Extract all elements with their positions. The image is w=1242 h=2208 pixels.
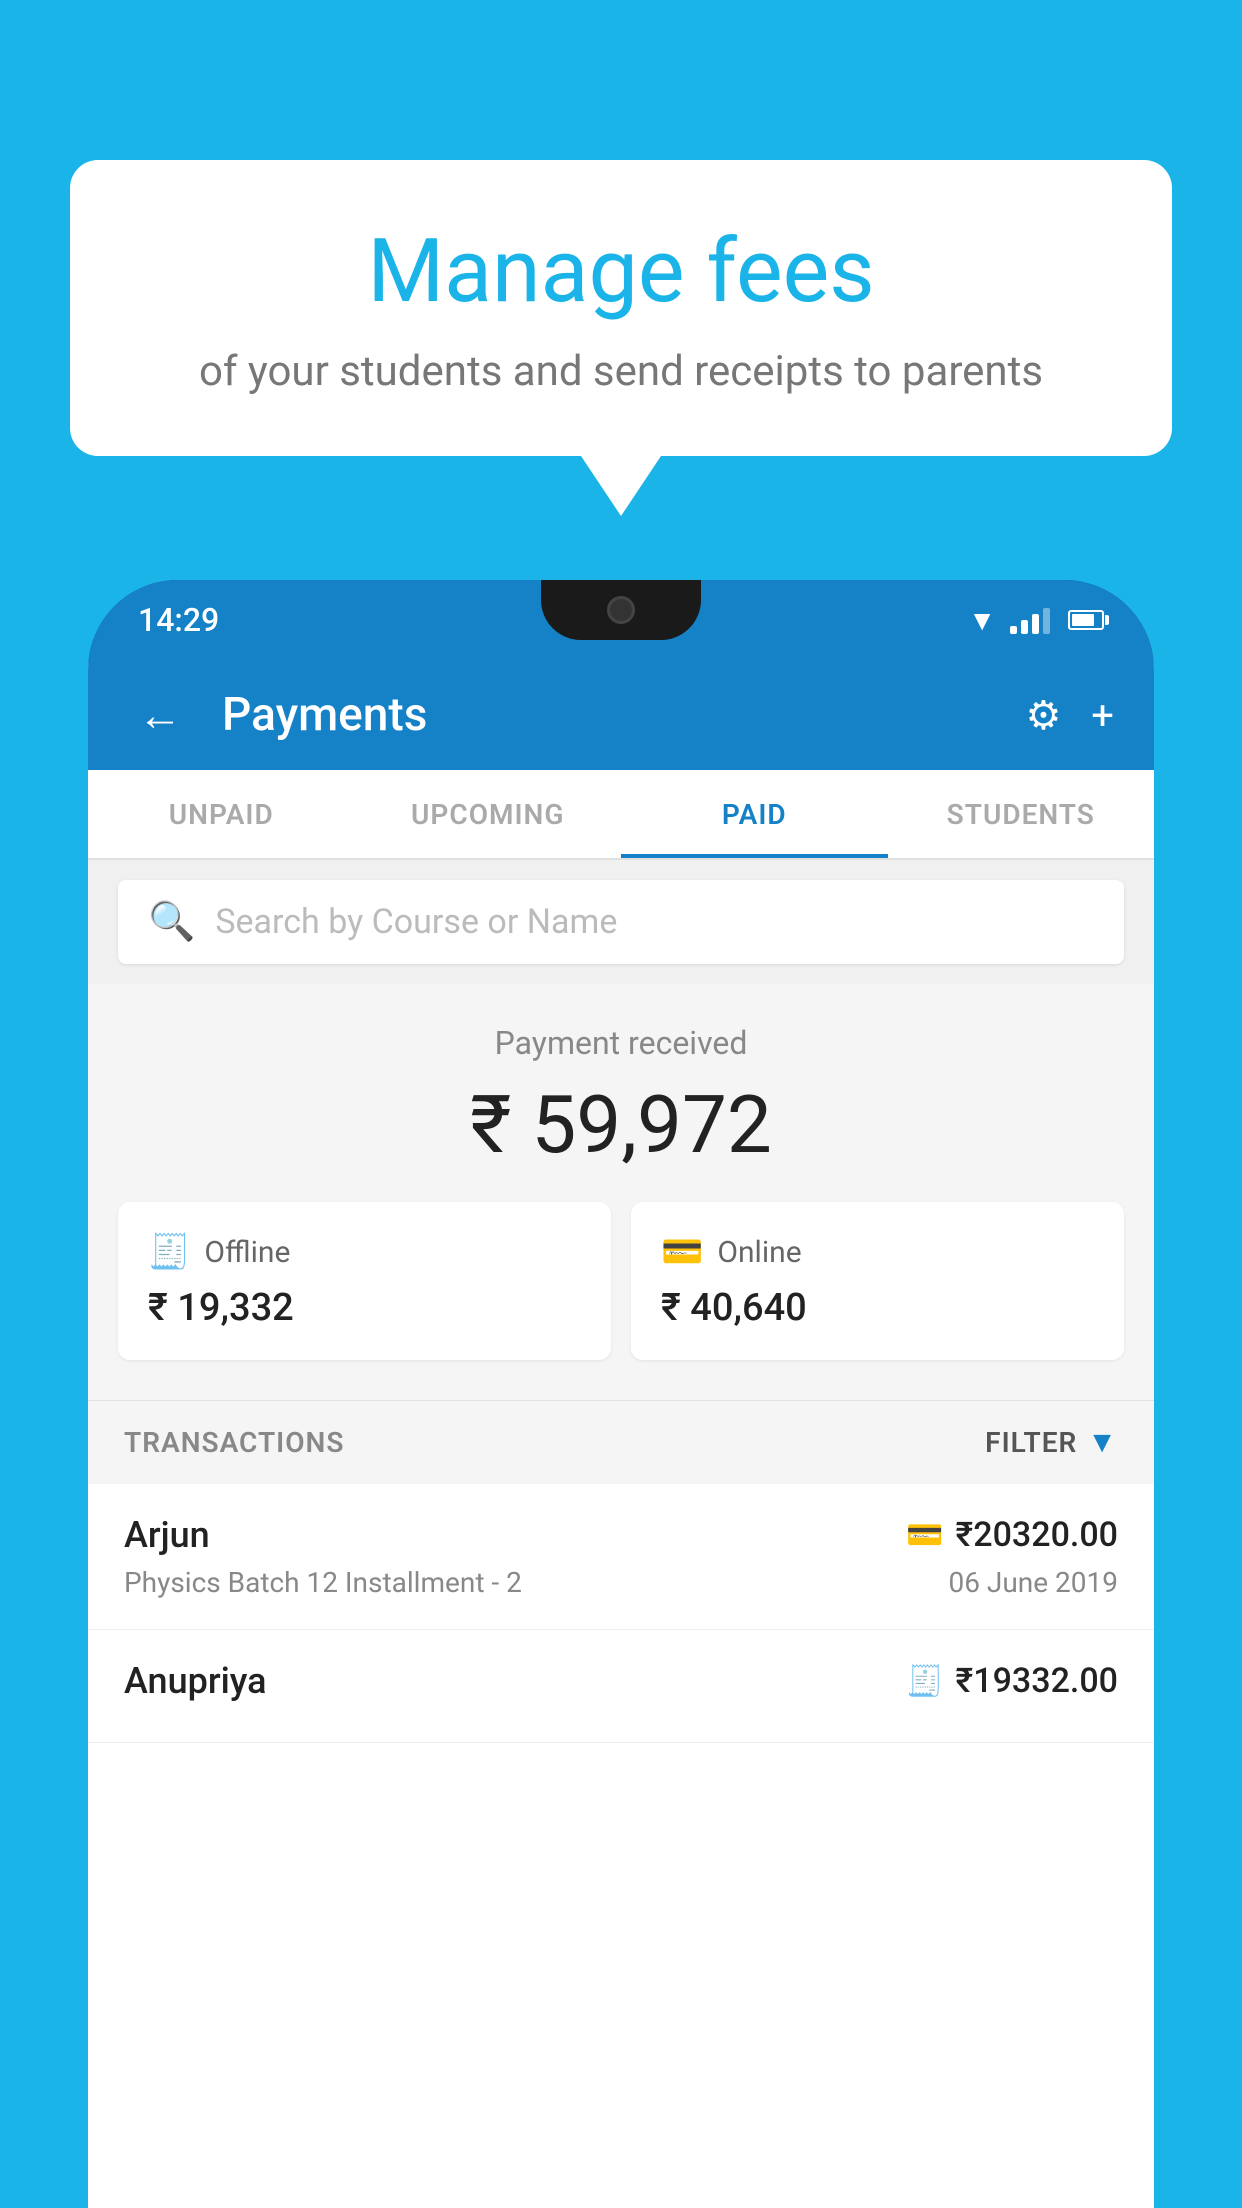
tab-students[interactable]: STUDENTS — [888, 770, 1155, 858]
offline-payment-card: 🧾 Offline ₹ 19,332 — [118, 1202, 611, 1360]
tab-upcoming[interactable]: UPCOMING — [355, 770, 622, 858]
wifi-icon: ▼ — [968, 604, 996, 637]
transaction-name: Arjun — [124, 1514, 210, 1556]
online-icon: 💳 — [661, 1232, 703, 1272]
transaction-amount-2: ₹19332.00 — [956, 1661, 1118, 1701]
offline-amount: ₹ 19,332 — [148, 1286, 581, 1330]
transaction-amount: ₹20320.00 — [956, 1515, 1118, 1555]
online-payment-icon: 💳 — [906, 1518, 943, 1553]
online-card-header: 💳 Online — [661, 1232, 1094, 1272]
offline-payment-icon: 🧾 — [906, 1664, 943, 1699]
settings-icon[interactable]: ⚙ — [1025, 692, 1061, 739]
filter-label: FILTER — [985, 1426, 1077, 1459]
transaction-date: 06 June 2019 — [948, 1566, 1118, 1599]
phone-frame: 14:29 ▼ ← Payments ⚙ + — [88, 580, 1154, 2208]
signal-bar-1 — [1010, 626, 1017, 634]
transaction-top-row-2: Anupriya 🧾 ₹19332.00 — [124, 1660, 1118, 1702]
tab-paid[interactable]: PAID — [621, 770, 888, 858]
signal-bar-4 — [1043, 608, 1050, 634]
transaction-name-2: Anupriya — [124, 1660, 267, 1702]
toolbar-title: Payments — [222, 688, 995, 742]
online-payment-card: 💳 Online ₹ 40,640 — [631, 1202, 1124, 1360]
phone-screen: ← Payments ⚙ + UNPAID UPCOMING PAID STUD… — [88, 660, 1154, 2208]
battery-fill — [1072, 614, 1094, 626]
tab-unpaid[interactable]: UNPAID — [88, 770, 355, 858]
phone-notch — [541, 580, 701, 640]
search-icon: 🔍 — [148, 900, 195, 944]
online-amount: ₹ 40,640 — [661, 1286, 1094, 1330]
transaction-bottom-row: Physics Batch 12 Installment - 2 06 June… — [124, 1566, 1118, 1599]
status-icons: ▼ — [968, 604, 1104, 637]
offline-icon: 🧾 — [148, 1232, 190, 1272]
table-row[interactable]: Anupriya 🧾 ₹19332.00 — [88, 1630, 1154, 1743]
manage-fees-title: Manage fees — [140, 220, 1102, 323]
signal-bar-3 — [1032, 614, 1039, 634]
payment-summary: Payment received ₹ 59,972 🧾 Offline ₹ 19… — [88, 984, 1154, 1400]
offline-label: Offline — [204, 1235, 290, 1270]
transaction-amount-area-2: 🧾 ₹19332.00 — [906, 1661, 1118, 1701]
manage-fees-subtitle: of your students and send receipts to pa… — [140, 347, 1102, 396]
payment-cards: 🧾 Offline ₹ 19,332 💳 Online ₹ 40,640 — [118, 1202, 1124, 1360]
speech-bubble-arrow — [581, 456, 661, 516]
transactions-header: TRANSACTIONS FILTER ▼ — [88, 1400, 1154, 1484]
filter-icon: ▼ — [1087, 1425, 1118, 1460]
phone-camera — [607, 596, 635, 624]
signal-bars-icon — [1010, 606, 1050, 634]
speech-bubble: Manage fees of your students and send re… — [70, 160, 1172, 456]
filter-button[interactable]: FILTER ▼ — [985, 1425, 1118, 1460]
payment-received-label: Payment received — [118, 1024, 1124, 1062]
offline-card-header: 🧾 Offline — [148, 1232, 581, 1272]
speech-bubble-container: Manage fees of your students and send re… — [70, 160, 1172, 516]
payment-total-amount: ₹ 59,972 — [118, 1078, 1124, 1172]
table-row[interactable]: Arjun 💳 ₹20320.00 Physics Batch 12 Insta… — [88, 1484, 1154, 1630]
status-time: 14:29 — [138, 601, 219, 639]
search-bar[interactable]: 🔍 Search by Course or Name — [118, 880, 1124, 964]
toolbar-action-icons: ⚙ + — [1025, 692, 1114, 739]
transaction-course: Physics Batch 12 Installment - 2 — [124, 1566, 522, 1599]
search-placeholder: Search by Course or Name — [215, 902, 617, 942]
add-icon[interactable]: + — [1091, 692, 1114, 739]
signal-bar-2 — [1021, 620, 1028, 634]
search-container: 🔍 Search by Course or Name — [88, 860, 1154, 984]
transactions-label: TRANSACTIONS — [124, 1426, 344, 1459]
back-button[interactable]: ← — [128, 679, 192, 751]
transaction-amount-area: 💳 ₹20320.00 — [906, 1515, 1118, 1555]
online-label: Online — [717, 1235, 801, 1270]
battery-icon — [1068, 610, 1104, 630]
transaction-top-row: Arjun 💳 ₹20320.00 — [124, 1514, 1118, 1556]
app-toolbar: ← Payments ⚙ + — [88, 660, 1154, 770]
tabs-bar: UNPAID UPCOMING PAID STUDENTS — [88, 770, 1154, 860]
status-bar: 14:29 ▼ — [88, 580, 1154, 660]
